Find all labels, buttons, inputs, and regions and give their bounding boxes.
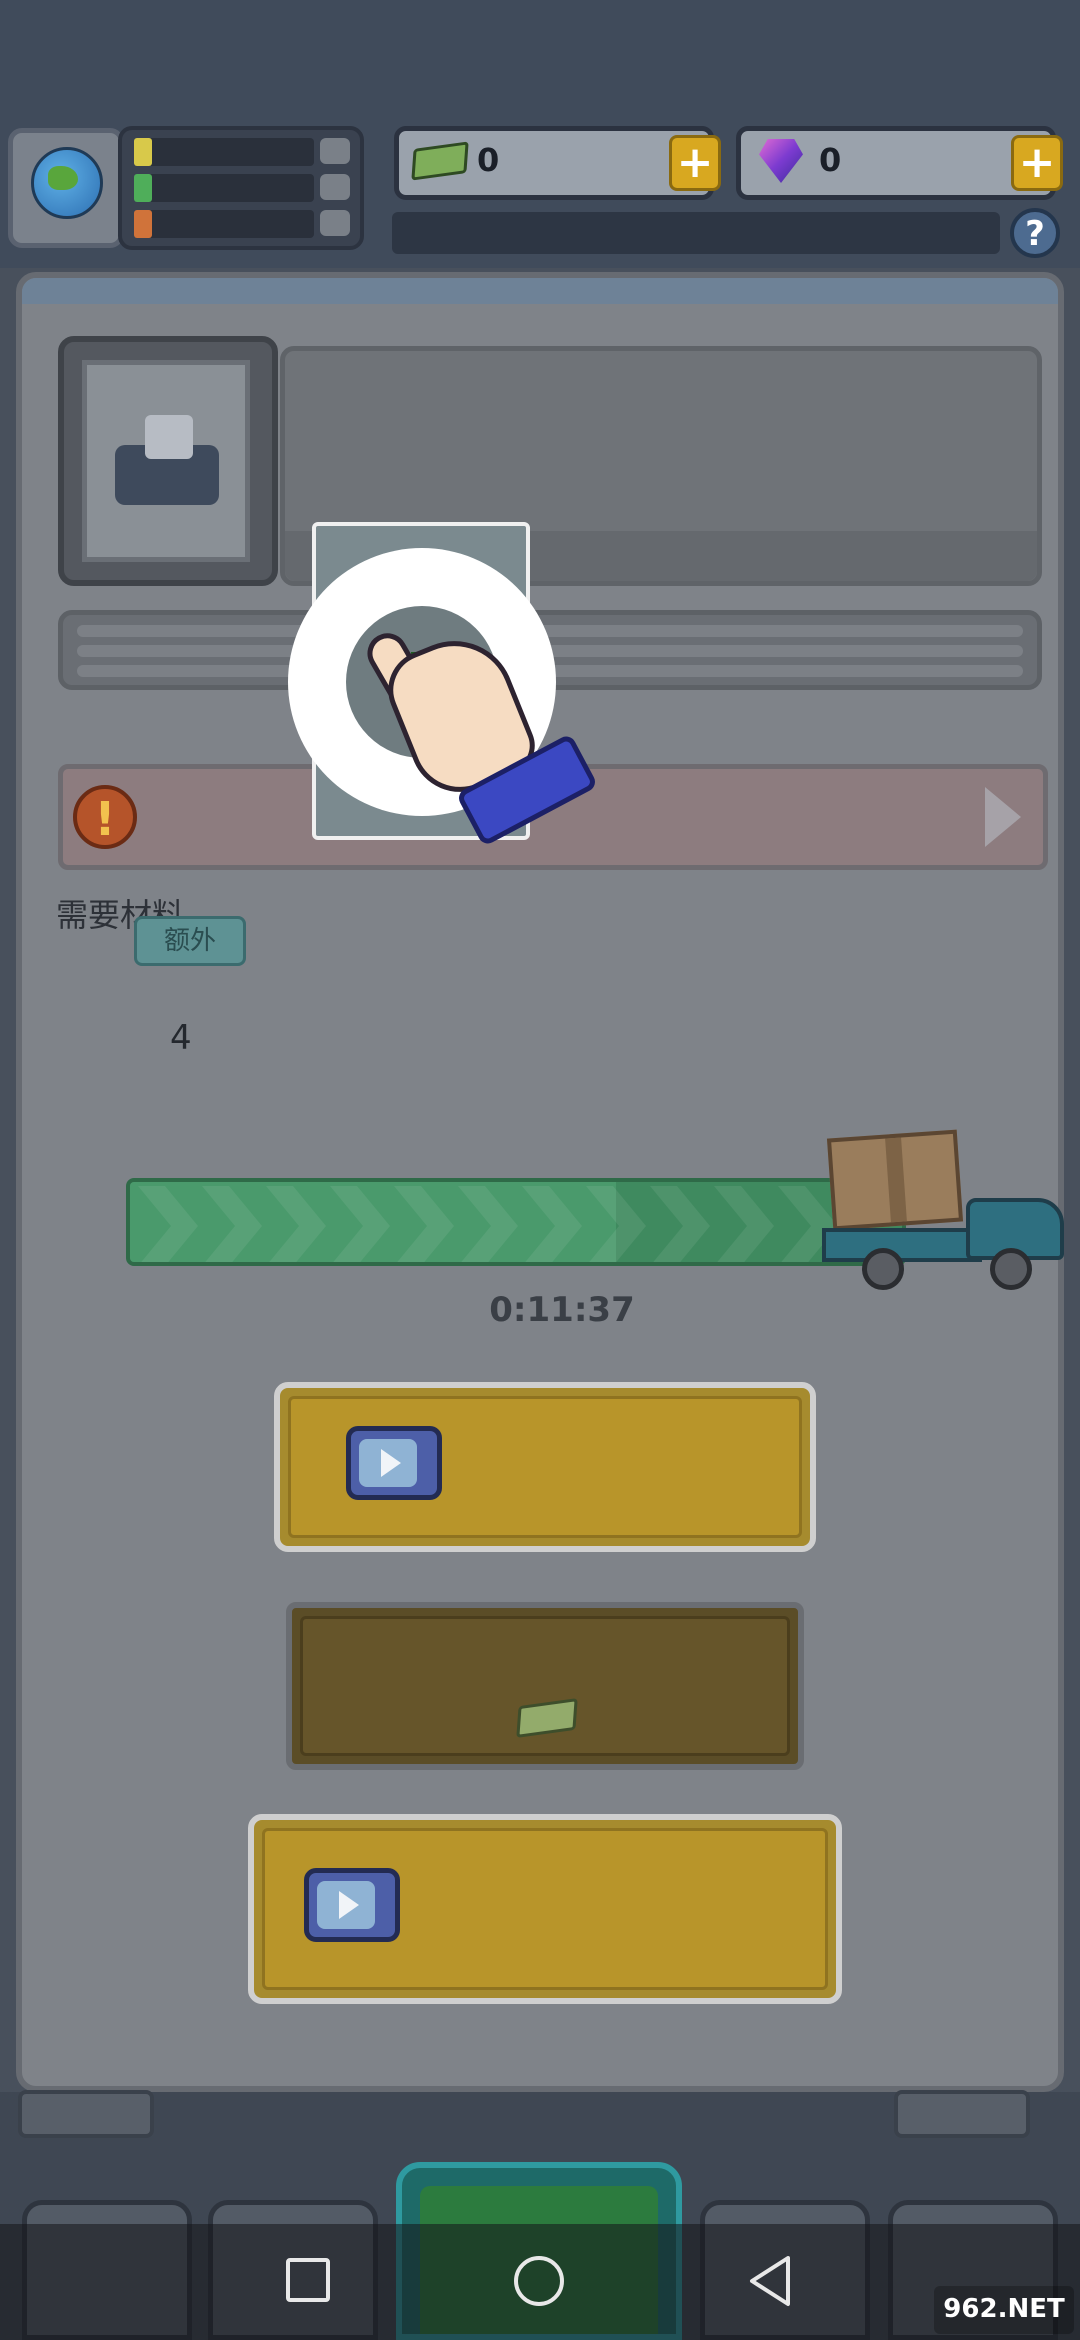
cash-counter: 0 + [394, 126, 721, 200]
material-count: 4 [170, 1018, 192, 1058]
machine-thumbnail-inner [82, 360, 250, 562]
progress-chevron [714, 1186, 774, 1262]
gem-value: 0 [819, 141, 842, 179]
arrow-right-icon [985, 787, 1021, 847]
info-bar [392, 212, 1000, 254]
cash-value: 0 [477, 141, 500, 179]
machine-thumbnail[interactable] [58, 336, 278, 586]
add-gem-button[interactable]: + [1011, 135, 1063, 191]
gem-icon [759, 139, 803, 183]
truck-bed [822, 1228, 982, 1262]
right-side-slot[interactable] [894, 2090, 1030, 2138]
panel-top-strip [22, 278, 1058, 304]
stat-fill-2 [134, 174, 152, 202]
machine-icon [115, 415, 219, 505]
cash-icon [411, 141, 469, 181]
stats-panel [118, 126, 364, 250]
watch-ad-speedup-button[interactable] [274, 1382, 816, 1552]
back-button[interactable] [746, 2254, 794, 2308]
button-face [300, 1616, 790, 1756]
cargo-box-icon [826, 1129, 964, 1231]
production-panel: ! 需要材料 额外 4 0:11:37 [16, 272, 1064, 2092]
strip-line [77, 625, 1023, 637]
truck-wheel-icon [862, 1248, 904, 1290]
tv-video-icon [304, 1868, 400, 1942]
truck-wheel-icon [990, 1248, 1032, 1290]
watch-ad-reward-button[interactable] [248, 1814, 842, 2004]
world-map-button[interactable] [8, 128, 124, 248]
home-button[interactable] [514, 2256, 564, 2306]
cash-speedup-button[interactable] [286, 1602, 804, 1770]
left-side-slot[interactable] [18, 2090, 154, 2138]
stat-fill-1 [134, 138, 152, 166]
stat-bar-1 [134, 138, 314, 166]
stat-fill-3 [134, 210, 152, 238]
delivery-timer: 0:11:37 [489, 1290, 635, 1330]
warning-icon: ! [73, 785, 137, 849]
watermark-logo: 962.NET [934, 2286, 1074, 2334]
delivery-progress-bar [126, 1178, 906, 1266]
building-stat-icon [320, 138, 350, 164]
extra-tag: 额外 [134, 916, 246, 966]
gem-counter: 0 + [736, 126, 1063, 200]
tv-video-icon [346, 1426, 442, 1500]
land-stat-icon [320, 174, 350, 200]
stat-bar-3 [134, 210, 314, 238]
stat-bar-2 [134, 174, 314, 202]
add-cash-button[interactable]: + [669, 135, 721, 191]
help-button[interactable]: ? [1010, 208, 1060, 258]
flag-stat-icon [320, 210, 350, 236]
top-hud: 0 + 0 + ? [0, 0, 1080, 268]
globe-icon [31, 147, 103, 219]
progress-chevron [650, 1186, 710, 1262]
recent-apps-button[interactable] [286, 2258, 330, 2302]
